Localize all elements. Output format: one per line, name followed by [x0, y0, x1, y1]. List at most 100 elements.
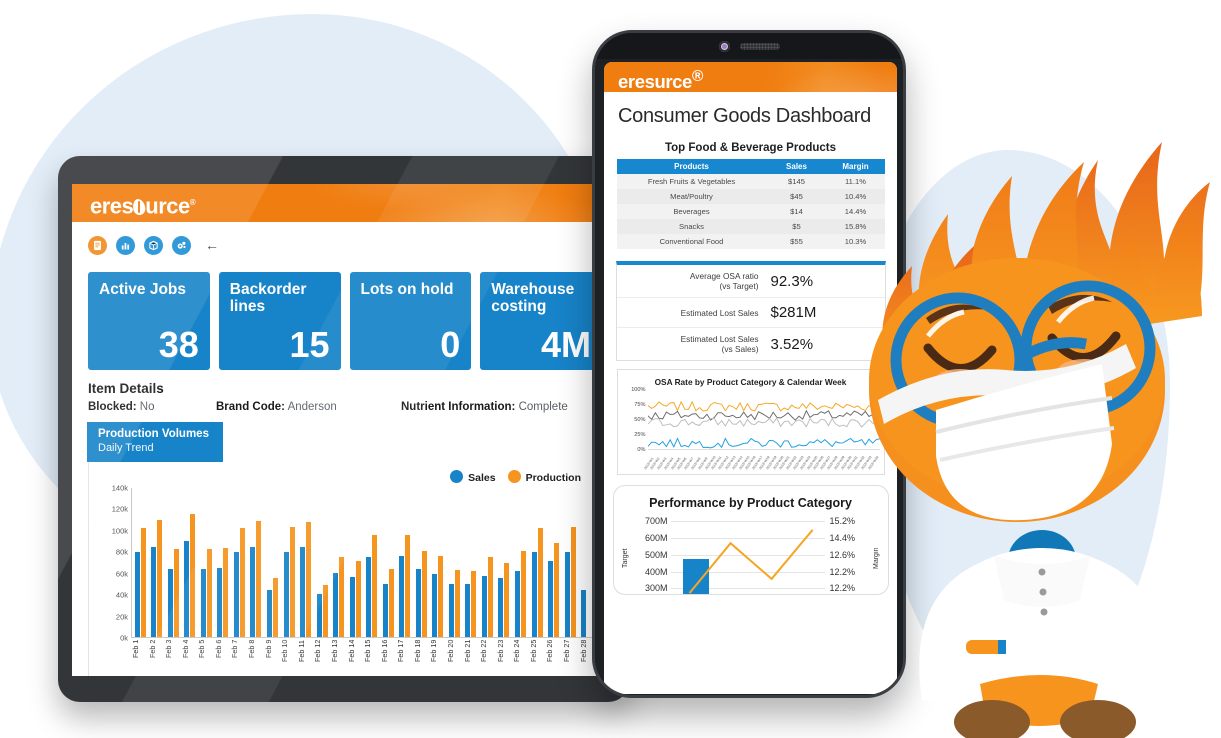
kpi-card-warehouse-costing[interactable]: Warehouse costing 4M — [480, 272, 602, 370]
legend-swatch-sales — [450, 470, 464, 483]
bar-production — [355, 561, 361, 637]
bar-group — [281, 488, 298, 637]
table-row[interactable]: Beverages $14 14.4% — [616, 204, 885, 219]
table-header-row: Products Sales Margin — [616, 159, 885, 174]
bar-sales — [283, 551, 289, 637]
x-tick: Feb 25 — [528, 640, 538, 663]
field-value: Anderson — [287, 401, 337, 413]
field-value: Complete — [518, 401, 568, 413]
kpi-label: Lots on hold — [360, 281, 454, 298]
logo-text-pre: eres — [618, 71, 655, 92]
y2-tick: 12.6% — [829, 549, 856, 560]
kpi-row-estimated-lost-sales-vs-sales: Estimated Lost Sales (vs Sales) 3.52% — [617, 328, 885, 360]
bar-sales — [333, 573, 339, 637]
y-tick: 140k — [111, 483, 128, 493]
x-tick: Feb 17 — [396, 640, 406, 663]
eresource-logo: eresurce® — [618, 68, 703, 92]
legend-item-production: Production — [507, 470, 581, 484]
y-axis-label-target: Target — [621, 548, 629, 568]
field-label: Brand Code: — [216, 401, 285, 413]
kpi-card-lots-on-hold[interactable]: Lots on hold 0 — [349, 272, 472, 370]
legend-label: Production — [525, 472, 581, 484]
box-icon[interactable] — [144, 235, 163, 255]
bar-sales — [233, 551, 239, 637]
chart-legend: Sales Production — [95, 468, 595, 488]
kpi-label-line2: (vs Sales) — [721, 344, 759, 354]
x-tick: Feb 6 — [213, 640, 223, 659]
x-tick: Feb 26 — [545, 640, 555, 663]
item-details-title: Item Details — [88, 381, 164, 396]
column-header-sales: Sales — [766, 159, 827, 174]
kpi-label-line2: (vs Target) — [719, 281, 759, 291]
table-row[interactable]: Fresh Fruits & Vegetables $145 11.1% — [616, 174, 885, 189]
x-tick: Feb 4 — [180, 640, 190, 659]
x-tick: Feb 11 — [296, 640, 306, 662]
plot-area — [647, 390, 880, 450]
x-tick: Feb 19 — [429, 640, 439, 663]
bar-group — [512, 488, 529, 637]
phone-screen: eresurce® Consumer Goods Dashboard Top F… — [604, 62, 897, 694]
bar-group — [363, 488, 380, 637]
table-row[interactable]: Snacks $5 15.8% — [616, 219, 885, 234]
front-camera-icon — [718, 40, 730, 52]
bar-group — [149, 488, 166, 637]
bar-production — [273, 578, 279, 637]
y-tick: 120k — [111, 504, 128, 514]
kpi-label: Estimated Lost Sales (vs Sales) — [627, 334, 771, 354]
x-tick: Feb 14 — [346, 640, 356, 663]
y-tick: 0% — [637, 447, 646, 453]
bar-production — [487, 557, 493, 637]
legend-item-sales: Sales — [450, 470, 496, 484]
x-tick: Feb 5 — [197, 640, 207, 659]
tab-production-volumes[interactable]: Production Volumes Daily Trend — [87, 422, 223, 462]
table-row[interactable]: Meat/Poultry $45 10.4% — [616, 189, 885, 204]
bar-production — [372, 534, 378, 637]
bar-group — [165, 488, 182, 637]
x-tick: Feb 3 — [164, 640, 174, 659]
tablet-screen: eres urce® ← Active Jobs 38 Backorder li… — [72, 184, 616, 676]
x-tick: Feb 18 — [412, 640, 422, 663]
y-tick: 100k — [111, 526, 128, 536]
bar-sales — [399, 556, 405, 637]
x-tick: Feb 20 — [445, 640, 455, 663]
phone-notch — [595, 33, 903, 59]
poster-canvas: eres urce® ← Active Jobs 38 Backorder li… — [0, 0, 1221, 738]
line-series — [647, 409, 880, 421]
back-arrow-icon[interactable]: ← — [205, 238, 219, 252]
table-cell: $5 — [766, 219, 827, 234]
bar-sales — [151, 546, 157, 637]
bar-chart-icon[interactable] — [116, 235, 135, 255]
field-brand-code: Brand Code: Anderson — [216, 401, 401, 413]
bar-group — [545, 488, 562, 637]
table-row[interactable]: Conventional Food $55 10.3% — [616, 234, 885, 249]
y2-tick: 15.2% — [829, 516, 856, 527]
performance-chart-body: Target 700M 600M 500M 400M 300M 15.2% 14.4% 12… — [620, 516, 882, 595]
bar-group — [562, 488, 579, 637]
table-cell: $45 — [766, 189, 827, 204]
kpi-card-backorder-lines[interactable]: Backorder lines 15 — [218, 272, 341, 370]
chart-title: Performance by Product Category — [649, 496, 852, 510]
bar-group — [297, 488, 314, 637]
table-cell: Fresh Fruits & Vegetables — [616, 174, 767, 189]
x-tick: Feb 24 — [512, 640, 522, 663]
kpi-card-active-jobs[interactable]: Active Jobs 38 — [88, 272, 210, 370]
bar-sales — [200, 568, 206, 637]
bar-sales — [366, 557, 372, 637]
bar — [734, 594, 760, 595]
line-series — [647, 400, 880, 412]
tablet-topbar: eres urce® — [72, 184, 616, 222]
kpi-value: 92.3% — [770, 272, 814, 290]
bar-group — [314, 488, 331, 637]
y-tick: 80k — [115, 547, 128, 557]
plot-area — [670, 518, 825, 595]
bar-production — [140, 528, 146, 637]
table-cell: $14 — [766, 204, 827, 219]
kpi-value: 0 — [440, 324, 461, 365]
bar-sales — [514, 571, 520, 637]
gear-icon[interactable] — [172, 235, 191, 255]
bar-group — [529, 488, 546, 637]
document-icon[interactable] — [88, 235, 107, 255]
bar-group — [380, 488, 397, 637]
bar-production — [554, 543, 560, 637]
production-volumes-barchart: 140k 120k 100k 80k 60k 40k 20k 0k — [95, 484, 595, 643]
